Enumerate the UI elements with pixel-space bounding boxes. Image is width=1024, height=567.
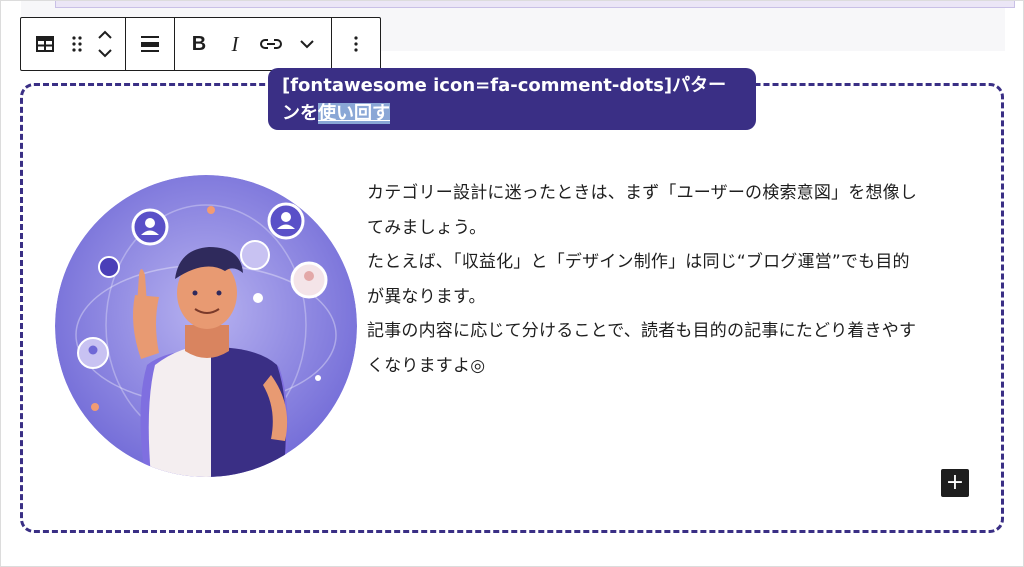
- more-options-icon: [354, 36, 358, 52]
- bold-button[interactable]: B: [181, 22, 217, 66]
- paragraph-line: カテゴリー設計に迷ったときは、まず「ユーザーの検索意図」を想像し: [367, 183, 918, 203]
- toolbar-group-format: B I: [175, 18, 332, 70]
- more-formatting-button[interactable]: [289, 22, 325, 66]
- drag-handle-icon: [72, 36, 82, 52]
- toolbar-group-options: [332, 18, 380, 70]
- box-title-text: [fontawesome icon=fa-comment-dots]パター: [282, 75, 727, 96]
- move-down-button[interactable]: [97, 44, 113, 62]
- paragraph-line: が異なります。: [367, 286, 486, 307]
- table-icon: [36, 36, 54, 52]
- paragraph-line: たとえば、「収益化」と「デザイン制作」は同じ“ブログ運営”でも目的: [367, 252, 910, 272]
- paragraph-line: てみましょう。: [367, 217, 487, 238]
- paragraph-line: くなりますよ◎: [367, 355, 486, 376]
- plus-icon: +: [945, 470, 965, 495]
- move-up-button[interactable]: [97, 26, 113, 44]
- align-icon: [141, 36, 159, 52]
- table-block-button[interactable]: [27, 22, 63, 66]
- link-button[interactable]: [253, 22, 289, 66]
- chevron-up-icon: [98, 30, 112, 39]
- italic-button[interactable]: I: [217, 22, 253, 66]
- toolbar-group-block: [21, 18, 126, 70]
- toolbar-group-align: [126, 18, 175, 70]
- drag-handle-button[interactable]: [63, 22, 91, 66]
- paragraph-block[interactable]: カテゴリー設計に迷ったときは、まず「ユーザーの検索意図」を想像し てみましょう。…: [367, 176, 977, 383]
- illustration-image[interactable]: [55, 175, 357, 477]
- block-toolbar: B I: [20, 17, 381, 71]
- align-button[interactable]: [132, 22, 168, 66]
- chevron-down-icon: [300, 40, 314, 49]
- options-button[interactable]: [338, 22, 374, 66]
- selected-text: 使い回す: [318, 103, 390, 124]
- add-block-button[interactable]: +: [941, 469, 969, 497]
- box-title-label[interactable]: [fontawesome icon=fa-comment-dots]パター ンを…: [268, 68, 756, 130]
- link-icon: [260, 39, 282, 49]
- box-title-text-line2: ンを: [282, 103, 318, 124]
- bold-icon: B: [191, 32, 207, 55]
- previous-block-edge: [55, 1, 1015, 8]
- block-mover: [91, 22, 119, 66]
- italic-icon: I: [231, 31, 239, 56]
- paragraph-line: 記事の内容に応じて分けることで、読者も目的の記事にたどり着きやす: [367, 321, 917, 341]
- chevron-down-icon: [98, 49, 112, 58]
- person-pointing-illustration: [55, 175, 357, 477]
